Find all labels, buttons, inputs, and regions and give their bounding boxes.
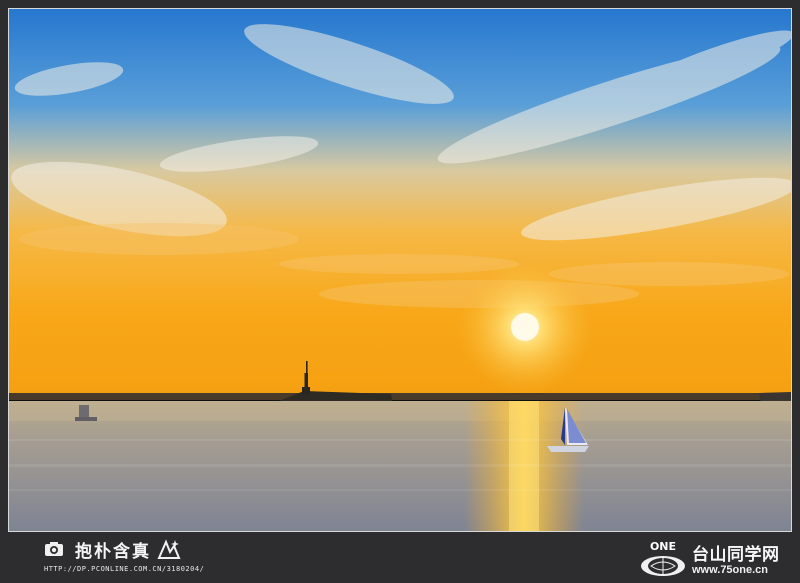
horizon-land	[9, 393, 791, 400]
globe-logo-icon: ONE	[641, 540, 685, 576]
site-url: www.75one.cn	[692, 564, 769, 576]
sun	[511, 313, 539, 341]
camera-icon	[45, 542, 63, 556]
site-name: 台山同学网	[692, 545, 780, 565]
photo	[8, 8, 792, 532]
sparkle-logo-icon	[157, 539, 181, 559]
watermark-title: 抱朴含真	[75, 542, 151, 562]
watermark-url: HTTP://DP.PCONLINE.COM.CN/3180204/	[44, 565, 205, 573]
logo-text: ONE	[650, 540, 676, 553]
